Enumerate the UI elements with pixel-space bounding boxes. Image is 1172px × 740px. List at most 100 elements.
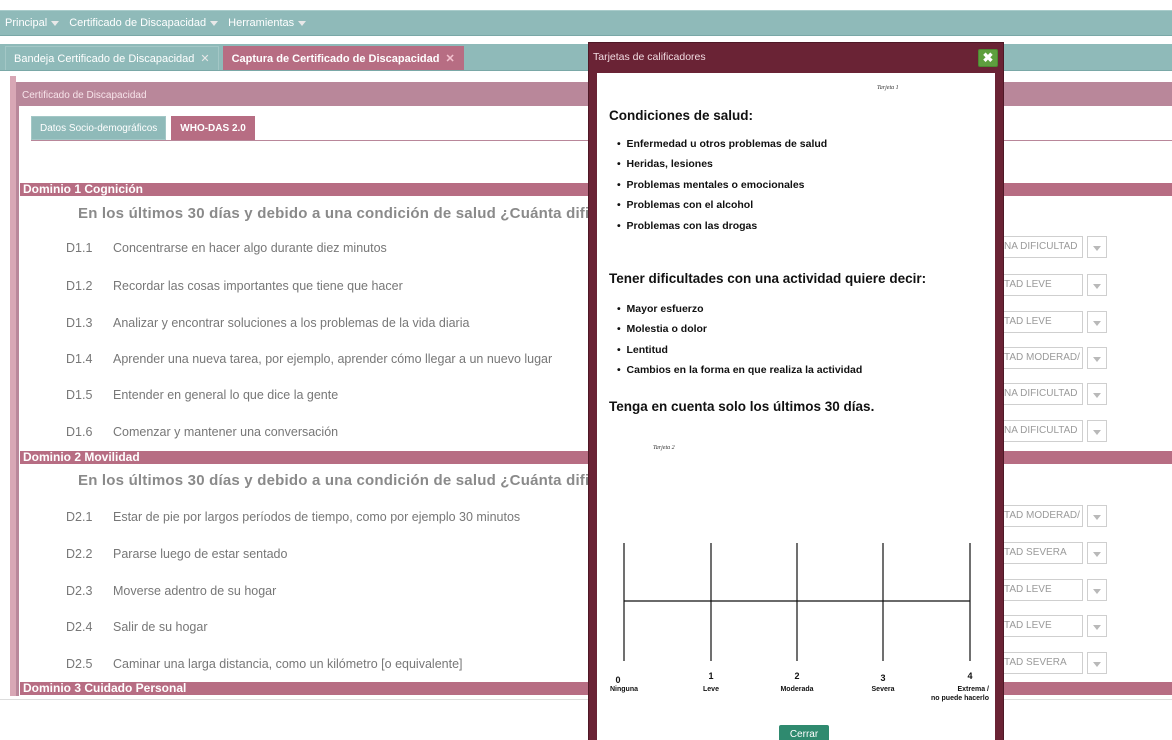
tab-bandeja[interactable]: Bandeja Certificado de Discapacidad ✕	[5, 46, 219, 70]
dropdown-button[interactable]	[1087, 652, 1107, 674]
list-item: • Heridas, lesiones	[617, 158, 713, 170]
tab-whodas[interactable]: WHO-DAS 2.0	[171, 116, 255, 140]
card-1-tag: Tarjeta 1	[877, 85, 899, 91]
chevron-down-icon	[1093, 357, 1101, 362]
menu-principal[interactable]: Principal	[5, 17, 60, 29]
item-text: Aprender una nueva tarea, por ejemplo, a…	[113, 352, 553, 366]
dropdown-button[interactable]	[1087, 311, 1107, 333]
chevron-down-icon	[1093, 662, 1101, 667]
chevron-down-icon	[1093, 246, 1101, 251]
main-menu-bar: Principal Certificado de Discapacidad He…	[0, 10, 1172, 36]
dropdown-button[interactable]	[1087, 542, 1107, 564]
list-item: • Molestia o dolor	[617, 323, 708, 335]
dropdown-button[interactable]	[1087, 420, 1107, 442]
item-text: Entender en general lo que dice la gente	[113, 388, 339, 402]
scale-number: 2	[794, 671, 800, 681]
chevron-down-icon	[1093, 430, 1101, 435]
chevron-down-icon	[1093, 393, 1101, 398]
list-item-text: Problemas con las drogas	[626, 220, 758, 232]
item-code: D2.2	[66, 547, 93, 561]
modal-title: Tarjetas de calificadores	[593, 51, 706, 63]
item-text: Comenzar y mantener una conversación	[113, 425, 339, 439]
chevron-down-icon	[1093, 284, 1101, 289]
list-item-text: Problemas mentales o emocionales	[626, 179, 805, 191]
tab-label: Captura de Certificado de Discapacidad	[231, 52, 440, 65]
tab-captura[interactable]: Captura de Certificado de Discapacidad ✕	[222, 46, 464, 70]
scale-number: 0	[615, 675, 621, 685]
item-text: Analizar y encontrar soluciones a los pr…	[113, 316, 470, 330]
menu-herramientas[interactable]: Herramientas	[228, 17, 307, 29]
tab-datos-socio[interactable]: Datos Socio-demográficos	[31, 116, 167, 140]
item-text: Moverse adentro de su hogar	[113, 584, 277, 598]
health-conditions-heading: Condiciones de salud:	[609, 108, 754, 123]
scale-label: Moderada	[780, 686, 814, 693]
chevron-down-icon	[210, 20, 219, 26]
chevron-down-icon	[1093, 552, 1101, 557]
list-item: • Mayor esfuerzo	[617, 303, 704, 315]
item-text: Estar de pie por largos períodos de tiem…	[113, 510, 521, 524]
list-item: • Problemas con las drogas	[617, 220, 758, 232]
dropdown-button[interactable]	[1087, 236, 1107, 258]
question-text: En los últimos 30 días y debido a una co…	[78, 205, 667, 222]
close-button[interactable]: Cerrar	[779, 725, 829, 740]
chevron-down-icon	[51, 20, 60, 26]
scale-label: Ninguna	[610, 686, 638, 693]
answer-select[interactable]: NA DIFICULTAD	[999, 236, 1083, 258]
close-icon[interactable]: ✕	[445, 52, 454, 65]
item-code: D2.3	[66, 584, 93, 598]
tab-label: Bandeja Certificado de Discapacidad	[14, 52, 195, 65]
menu-label: Herramientas	[228, 17, 295, 29]
modal-content: Tarjeta 1 Condiciones de salud: • Enferm…	[597, 73, 995, 740]
answer-select[interactable]: TAD MODERAD/	[999, 347, 1083, 369]
rating-scale	[623, 543, 971, 661]
scale-label: Extrema / no puede hacerlo	[931, 686, 989, 702]
chevron-down-icon	[1093, 515, 1101, 520]
menu-certificado[interactable]: Certificado de Discapacidad	[69, 17, 219, 29]
close-icon[interactable]: ✖	[978, 49, 998, 67]
answer-select[interactable]: TAD LEVE	[999, 311, 1083, 333]
chevron-down-icon	[1093, 625, 1101, 630]
answer-select[interactable]: TAD SEVERA	[999, 652, 1083, 674]
card-2-tag: Tarjeta 2	[653, 445, 675, 451]
list-item-text: Enfermedad u otros problemas de salud	[626, 138, 828, 150]
item-text: Caminar una larga distancia, como un kil…	[113, 657, 463, 671]
list-item-text: Problemas con el alcohol	[626, 199, 754, 211]
answer-select[interactable]: NA DIFICULTAD	[999, 420, 1083, 442]
close-icon[interactable]: ✕	[200, 52, 209, 65]
item-code: D2.5	[66, 657, 93, 671]
item-code: D1.5	[66, 388, 93, 402]
item-text: Concentrarse en hacer algo durante diez …	[113, 241, 387, 255]
item-code: D2.4	[66, 620, 93, 634]
dropdown-button[interactable]	[1087, 347, 1107, 369]
answer-select[interactable]: TAD LEVE	[999, 579, 1083, 601]
list-item-text: Cambios en la forma en que realiza la ac…	[626, 364, 863, 376]
chevron-down-icon	[298, 20, 307, 26]
item-text: Salir de su hogar	[113, 620, 208, 634]
scale-label: Leve	[703, 686, 719, 693]
list-item: • Enfermedad u otros problemas de salud	[617, 138, 828, 150]
answer-select[interactable]: NA DIFICULTAD	[999, 383, 1083, 405]
dropdown-button[interactable]	[1087, 579, 1107, 601]
item-code: D2.1	[66, 510, 93, 524]
item-text: Pararse luego de estar sentado	[113, 547, 288, 561]
item-code: D1.4	[66, 352, 93, 366]
dropdown-button[interactable]	[1087, 274, 1107, 296]
time-frame-heading: Tenga en cuenta solo los últimos 30 días…	[609, 399, 875, 414]
scale-number: 1	[708, 671, 714, 681]
list-item-text: Heridas, lesiones	[626, 158, 713, 170]
answer-select[interactable]: TAD MODERAD/	[999, 505, 1083, 527]
answer-select[interactable]: TAD SEVERA	[999, 542, 1083, 564]
answer-select[interactable]: TAD LEVE	[999, 615, 1083, 637]
answer-select[interactable]: TAD LEVE	[999, 274, 1083, 296]
item-code: D1.2	[66, 279, 93, 293]
app-window: Principal Certificado de Discapacidad He…	[0, 0, 1172, 740]
dropdown-button[interactable]	[1087, 615, 1107, 637]
list-item: • Lentitud	[617, 344, 668, 356]
scale-number: 4	[967, 671, 973, 681]
qualifier-cards-modal: Tarjetas de calificadores ✖ Tarjeta 1 Co…	[588, 42, 1004, 740]
difficulty-heading: Tener dificultades con una actividad qui…	[609, 271, 927, 286]
list-item: • Problemas mentales o emocionales	[617, 179, 805, 191]
dropdown-button[interactable]	[1087, 505, 1107, 527]
dropdown-button[interactable]	[1087, 383, 1107, 405]
form-subtabs: Datos Socio-demográficos WHO-DAS 2.0	[31, 116, 260, 140]
